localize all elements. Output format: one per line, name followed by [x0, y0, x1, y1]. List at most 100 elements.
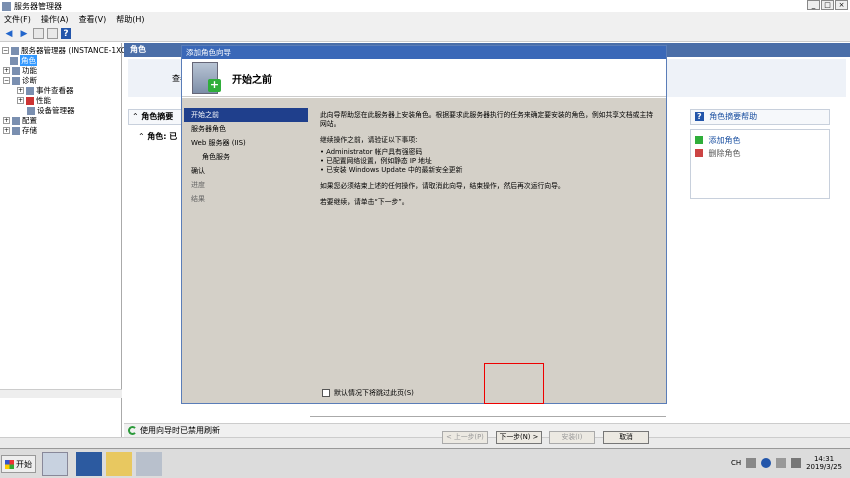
maximize-button[interactable]: □	[821, 0, 834, 10]
remove-roles-link[interactable]: 删除角色	[695, 147, 825, 160]
add-roles-icon	[695, 136, 703, 144]
step-web-server[interactable]: Web 服务器 (IIS)	[184, 136, 308, 150]
diagnostics-icon	[12, 76, 20, 85]
roles-count: ⌃ 角色: 已	[138, 131, 177, 142]
remove-roles-icon	[695, 149, 703, 157]
menu-help[interactable]: 帮助(H)	[116, 14, 144, 25]
highlight-box	[484, 363, 544, 404]
help-icon: ?	[695, 112, 704, 121]
wizard-content: 此向导帮助您在此服务器上安装角色。根据要求此服务器执行的任务来确定要安装的角色，…	[310, 98, 666, 364]
intro-text: 此向导帮助您在此服务器上安装角色。根据要求此服务器执行的任务来确定要安装的角色，…	[320, 111, 654, 128]
toolbar: ◀ ▶ ?	[0, 26, 850, 42]
dialog-title: 添加角色向导	[182, 46, 666, 59]
menu-file[interactable]: 文件(F)	[4, 14, 31, 25]
roles-actions: 添加角色 删除角色	[690, 129, 830, 199]
dialog-header: + 开始之前	[182, 59, 666, 97]
step-server-roles[interactable]: 服务器角色	[184, 122, 308, 136]
minimize-button[interactable]: _	[807, 0, 820, 10]
storage-icon	[12, 126, 20, 135]
add-roles-label: 添加角色	[708, 136, 741, 145]
dialog-heading: 开始之前	[232, 75, 272, 86]
clock-time: 14:31	[813, 455, 835, 463]
performance-icon	[26, 96, 34, 105]
roles-icon	[10, 56, 18, 65]
start-label: 开始	[16, 459, 32, 469]
skip-page-label: 默认情况下将跳过此页(S)	[334, 389, 414, 397]
start-button[interactable]: 开始	[1, 455, 36, 473]
step-progress: 进度	[191, 181, 205, 189]
checklist-item: 已安装 Windows Update 中的最新安全更新	[320, 166, 656, 175]
windows-logo-icon	[5, 459, 14, 469]
expand-icon[interactable]: +	[3, 127, 10, 134]
continue-note: 若要继续，请单击“下一步”。	[320, 198, 409, 206]
step-confirmation[interactable]: 确认	[184, 164, 308, 178]
device-manager-icon	[27, 106, 35, 115]
server-manager-icon	[2, 1, 11, 11]
volume-icon[interactable]	[791, 458, 802, 468]
collapse-section-icon[interactable]: ⌃	[138, 132, 145, 141]
roles-summary-label: 角色摘要	[141, 112, 174, 121]
previous-button: < 上一步(P)	[442, 431, 488, 444]
clock[interactable]: 14:31 2019/3/25	[806, 455, 842, 471]
wizard-steps: 开始之前 服务器角色 Web 服务器 (IIS) 角色服务 确认 进度 结果	[184, 108, 308, 206]
roles-summary-help-link[interactable]: ? 角色摘要帮助	[690, 109, 830, 125]
cancel-note: 如果您必须结束上述的任何操作，请取消此向导，结束操作，然后再次运行向导。	[320, 182, 565, 190]
explorer-folder-taskbar-icon[interactable]	[106, 452, 132, 476]
server-icon	[11, 46, 19, 55]
check-title: 继续操作之前，请验证以下事项:	[320, 136, 418, 144]
configuration-icon	[12, 116, 20, 125]
clock-date: 2019/3/25	[806, 463, 842, 471]
language-indicator[interactable]: CH	[731, 459, 741, 467]
add-plus-icon: +	[208, 78, 221, 92]
back-arrow-icon[interactable]: ◀	[3, 28, 15, 40]
close-button[interactable]: ×	[835, 0, 848, 10]
tree-horizontal-scrollbar[interactable]	[0, 389, 122, 398]
skip-page-checkbox[interactable]	[322, 389, 330, 397]
checklist-item: 已配置网络设置，例如静态 IP 地址	[320, 157, 656, 166]
step-results: 结果	[191, 195, 205, 203]
menu-view[interactable]: 查看(V)	[79, 14, 107, 25]
collapse-icon[interactable]: −	[2, 47, 9, 54]
add-roles-wizard: 添加角色向导 + 开始之前 开始之前 服务器角色 Web 服务器 (IIS) 角…	[181, 45, 667, 444]
skip-page-option[interactable]: 默认情况下将跳过此页(S)	[322, 388, 414, 398]
server-roles-taskbar-icon[interactable]	[136, 452, 162, 476]
features-icon	[12, 66, 20, 75]
powershell-taskbar-icon[interactable]	[76, 452, 102, 476]
step-role-services[interactable]: 角色服务	[184, 150, 308, 164]
taskbar: 开始 CH 14:31 2019/3/25	[0, 448, 850, 478]
show-hide-tree-icon[interactable]	[47, 28, 58, 39]
system-tray: CH 14:31 2019/3/25	[731, 455, 842, 471]
step-before-you-begin[interactable]: 开始之前	[184, 108, 308, 122]
expand-icon[interactable]: +	[17, 97, 24, 104]
roles-count-label: 角色: 已	[147, 132, 178, 141]
refresh-icon	[128, 426, 137, 435]
install-button: 安装(I)	[549, 431, 595, 444]
cancel-button[interactable]: 取消	[603, 431, 649, 444]
keyboard-icon[interactable]	[746, 458, 757, 468]
navigation-tree: − 服务器管理器 (INSTANCE-1XOF7 角色 + 功能 − 诊断 + …	[0, 43, 136, 438]
expand-icon[interactable]: +	[3, 117, 10, 124]
network-icon[interactable]	[776, 458, 787, 468]
help-link-label: 角色摘要帮助	[709, 112, 758, 121]
collapse-icon[interactable]: −	[3, 77, 10, 84]
expand-icon[interactable]: +	[3, 67, 10, 74]
collapse-section-icon[interactable]: ⌃	[132, 112, 139, 121]
expand-icon[interactable]: +	[17, 87, 24, 94]
checklist: Administrator 帐户具有强密码 已配置网络设置，例如静态 IP 地址…	[320, 148, 656, 175]
add-roles-link[interactable]: 添加角色	[695, 134, 825, 147]
checklist-item: Administrator 帐户具有强密码	[320, 148, 656, 157]
help-icon[interactable]: ?	[61, 28, 71, 39]
help-tray-icon[interactable]	[761, 458, 772, 468]
tree-root-label: 服务器管理器 (INSTANCE-1XOF7	[21, 46, 136, 55]
tree-item-storage[interactable]: + 存储	[3, 125, 37, 136]
remove-roles-label: 删除角色	[708, 149, 741, 158]
up-folder-icon[interactable]	[33, 28, 44, 39]
menu-bar: 文件(F) 操作(A) 查看(V) 帮助(H)	[0, 12, 850, 26]
menu-action[interactable]: 操作(A)	[41, 14, 69, 25]
server-manager-taskbar-icon[interactable]	[42, 452, 68, 476]
forward-arrow-icon[interactable]: ▶	[18, 28, 30, 40]
window-titlebar: 服务器管理器 _ □ ×	[0, 0, 850, 12]
next-button[interactable]: 下一步(N) >	[496, 431, 542, 444]
event-viewer-icon	[26, 86, 34, 95]
window-title: 服务器管理器	[14, 1, 62, 11]
